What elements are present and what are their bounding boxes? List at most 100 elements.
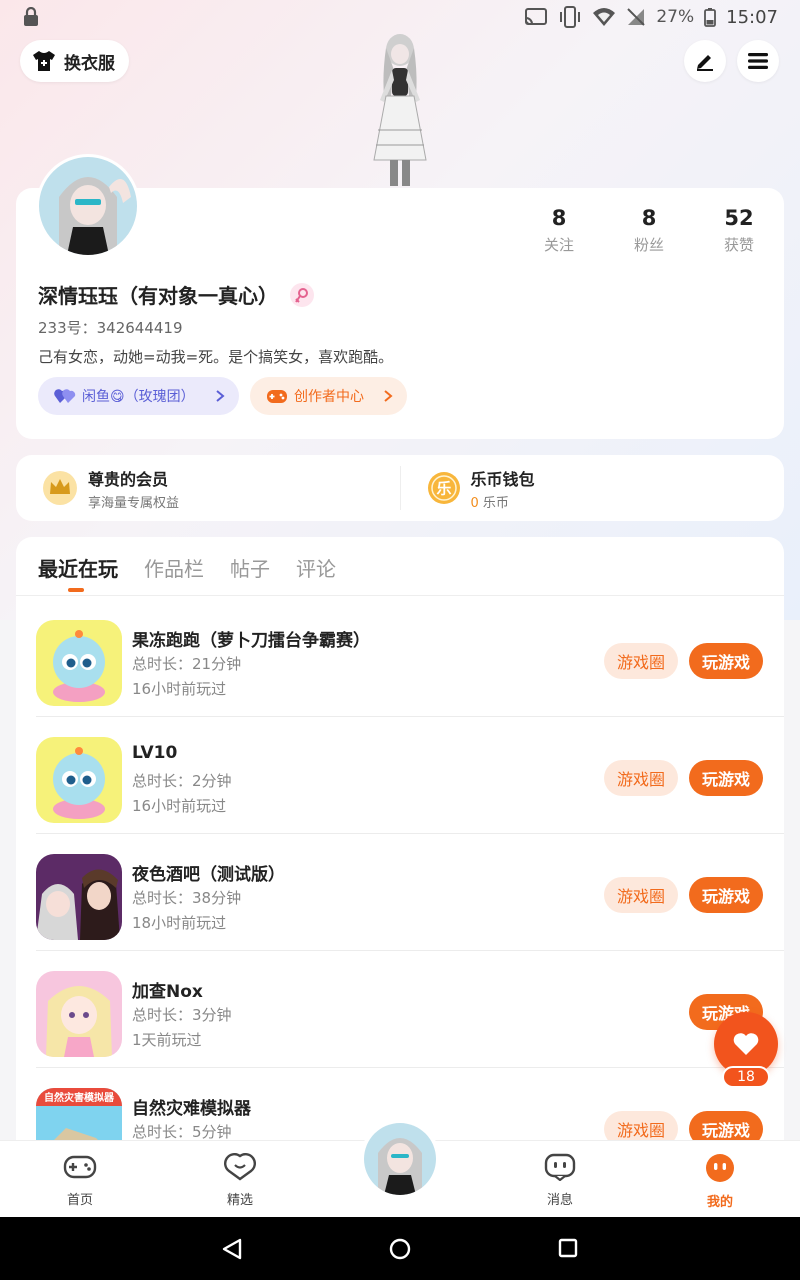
crown-icon — [43, 471, 77, 505]
tab-comments[interactable]: 评论 — [296, 553, 336, 582]
creator-center-chip[interactable]: 创作者中心 — [250, 377, 407, 415]
profile-stats: 8 关注 8 粉丝 52 获赞 — [514, 206, 784, 255]
game-name: LV10 — [132, 743, 178, 763]
pencil-icon — [697, 55, 713, 71]
game-duration: 总时长：3分钟 — [132, 1006, 232, 1024]
cast-icon — [525, 8, 548, 25]
nav-featured[interactable]: 精选 — [200, 1153, 280, 1208]
heart-pair-icon — [54, 389, 76, 403]
game-circle-button[interactable]: 游戏圈 — [604, 643, 678, 679]
lock-icon — [24, 7, 38, 26]
play-game-button[interactable]: 玩游戏 — [689, 877, 763, 913]
game-duration: 总时长：38分钟 — [132, 889, 242, 907]
game-duration: 总时长：2分钟 — [132, 772, 232, 790]
tab-posts[interactable]: 帖子 — [230, 553, 270, 582]
game-name: 加查Nox — [132, 982, 203, 1002]
recents-icon[interactable] — [557, 1237, 579, 1259]
avatar-image — [364, 1123, 436, 1195]
game-row[interactable]: 果冻跑跑（萝卜刀擂台争霸赛） 总时长：21分钟 16小时前玩过 游戏圈 玩游戏 — [16, 600, 784, 717]
membership-entry[interactable]: 尊贵的会员 享海量专属权益 — [16, 466, 400, 511]
chat-bubble-icon — [544, 1153, 576, 1182]
stat-followers[interactable]: 8 粉丝 — [604, 206, 694, 255]
wallet-entry[interactable]: 乐 乐币钱包 0 乐币 — [401, 466, 785, 511]
clock: 15:07 — [726, 6, 778, 28]
membership-title: 尊贵的会员 — [88, 469, 169, 489]
home-icon[interactable] — [388, 1237, 412, 1261]
game-row[interactable]: 加查Nox 总时长：3分钟 1天前玩过 玩游戏 — [16, 951, 784, 1068]
game-icon[interactable] — [36, 620, 122, 706]
gamepad-icon — [267, 390, 287, 403]
coin-icon: 乐 — [427, 472, 460, 504]
play-game-button[interactable]: 玩游戏 — [689, 760, 763, 796]
divider — [16, 595, 784, 596]
game-last-played: 18小时前玩过 — [132, 914, 227, 932]
game-last-played: 1天前玩过 — [132, 1031, 202, 1049]
edit-profile-button[interactable] — [684, 40, 726, 82]
change-outfit-button[interactable]: 换衣服 — [20, 40, 129, 82]
status-bar: 27% 15:07 — [0, 0, 800, 34]
game-icon[interactable] — [36, 971, 122, 1057]
game-circle-button[interactable]: 游戏圈 — [604, 877, 678, 913]
nickname-text: 深情珏珏（有对象一真心） — [38, 284, 278, 308]
game-row[interactable]: LV10 总时长：2分钟 16小时前玩过 游戏圈 玩游戏 — [16, 717, 784, 834]
heart-chat-icon — [224, 1153, 256, 1181]
nav-featured-label: 精选 — [226, 1193, 253, 1208]
tab-recent-played[interactable]: 最近在玩 — [38, 553, 118, 582]
play-game-button[interactable]: 玩游戏 — [689, 643, 763, 679]
wallet-title: 乐币钱包 — [470, 469, 535, 489]
tab-works[interactable]: 作品栏 — [144, 553, 204, 582]
character-avatar-figure[interactable] — [350, 30, 450, 190]
stat-label: 粉丝 — [633, 236, 664, 254]
game-circle-button[interactable]: 游戏圈 — [604, 760, 678, 796]
menu-button[interactable] — [737, 40, 779, 82]
game-icon-text: 自然灾害模拟器 — [44, 1091, 115, 1104]
chevron-right-icon — [216, 390, 225, 402]
game-duration: 总时长：21分钟 — [132, 655, 242, 673]
game-last-played: 16小时前玩过 — [132, 797, 227, 815]
stat-likes[interactable]: 52 获赞 — [694, 206, 784, 255]
coin-glyph: 乐 — [436, 480, 451, 498]
avatar-image — [39, 157, 137, 255]
stat-following[interactable]: 8 关注 — [514, 206, 604, 255]
tab-bar: 最近在玩 作品栏 帖子 评论 — [38, 553, 336, 582]
game-icon[interactable] — [36, 737, 122, 823]
nav-mine-label: 我的 — [706, 1195, 733, 1210]
game-row[interactable]: 夜色酒吧（测试版） 总时长：38分钟 18小时前玩过 游戏圈 玩游戏 — [16, 834, 784, 951]
wallet-unit: 乐币 — [482, 495, 509, 511]
stat-number: 8 — [551, 206, 567, 230]
user-id: 233号：342644419 — [38, 319, 183, 337]
nav-mine[interactable]: 我的 — [680, 1153, 760, 1210]
heart-icon — [733, 1033, 759, 1055]
tab-indicator — [68, 588, 84, 592]
nickname: 深情珏珏（有对象一真心） — [38, 280, 314, 309]
face-icon — [706, 1154, 734, 1182]
group-chip[interactable]: 闲鱼😋（玫瑰团） — [38, 377, 239, 415]
avatar[interactable] — [36, 154, 140, 258]
nav-home[interactable]: 首页 — [40, 1153, 120, 1208]
back-icon[interactable] — [220, 1237, 244, 1261]
no-signal-icon — [627, 8, 646, 26]
recent-games-card: 最近在玩 作品栏 帖子 评论 果冻跑跑（萝卜刀擂台争霸赛） 总时长：21分钟 1… — [16, 537, 784, 1157]
chevron-right-icon — [384, 390, 393, 402]
battery-icon — [704, 8, 717, 27]
vip-wallet-card: 尊贵的会员 享海量专属权益 乐 乐币钱包 0 乐币 — [16, 455, 784, 521]
stat-label: 关注 — [543, 236, 574, 254]
stat-number: 52 — [724, 206, 754, 230]
change-outfit-label: 换衣服 — [64, 53, 115, 74]
nav-avatar[interactable] — [360, 1119, 440, 1199]
bio: 己有女恋，动她=动我=死。是个搞笑女，喜欢跑酷。 — [38, 348, 394, 366]
group-chip-label: 闲鱼😋（玫瑰团） — [82, 389, 195, 405]
wallet-number: 0 — [470, 495, 479, 511]
nav-messages[interactable]: 消息 — [520, 1153, 600, 1208]
membership-subtitle: 享海量专属权益 — [88, 495, 180, 511]
nav-home-label: 首页 — [66, 1193, 93, 1208]
like-count-badge: 18 — [722, 1066, 770, 1088]
nav-messages-label: 消息 — [546, 1193, 573, 1208]
menu-icon — [748, 53, 768, 69]
gamepad-icon — [63, 1155, 97, 1179]
wallet-balance: 0 乐币 — [471, 492, 535, 511]
game-name: 自然灾难模拟器 — [132, 1099, 251, 1119]
system-nav-bar — [0, 1217, 800, 1280]
game-duration: 总时长：5分钟 — [132, 1123, 232, 1141]
game-icon[interactable] — [36, 854, 122, 940]
